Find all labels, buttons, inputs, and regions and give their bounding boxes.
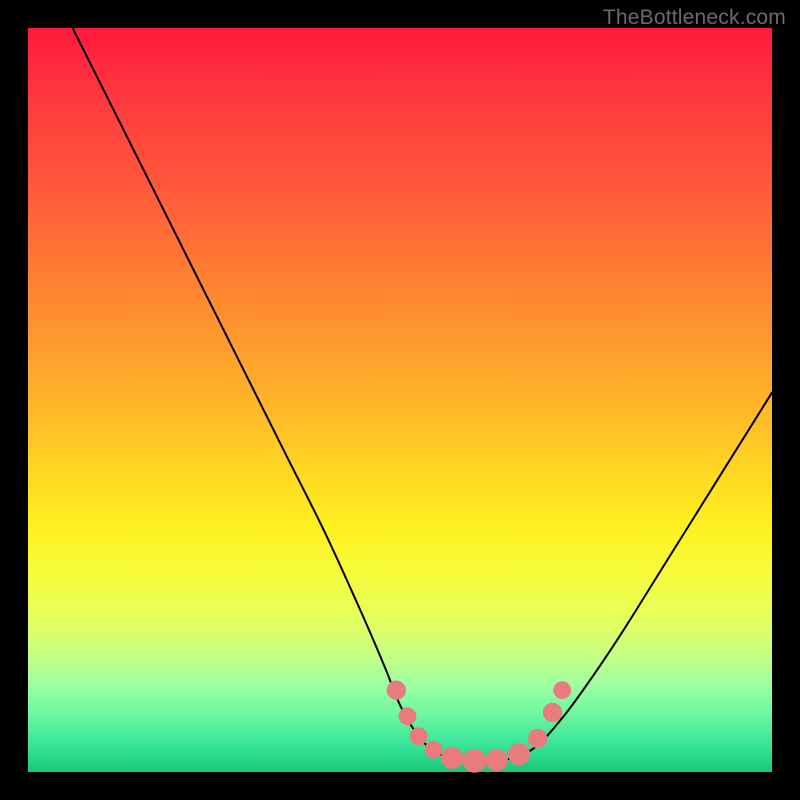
bottleneck-curve (73, 28, 772, 761)
data-point-marker (410, 727, 428, 745)
data-point-marker (441, 747, 463, 769)
data-point-marker (463, 749, 487, 773)
data-point-marker (543, 703, 562, 722)
data-point-marker (399, 707, 417, 725)
data-point-marker (486, 749, 508, 771)
chart-frame: TheBottleneck.com (0, 0, 800, 800)
curve-layer (28, 28, 772, 772)
data-point-marker (387, 680, 406, 699)
marker-group (387, 680, 572, 772)
watermark-text: TheBottleneck.com (603, 6, 786, 30)
data-point-marker (508, 743, 530, 765)
data-point-marker (528, 729, 547, 748)
data-point-marker (425, 741, 443, 759)
data-point-marker (553, 681, 571, 699)
